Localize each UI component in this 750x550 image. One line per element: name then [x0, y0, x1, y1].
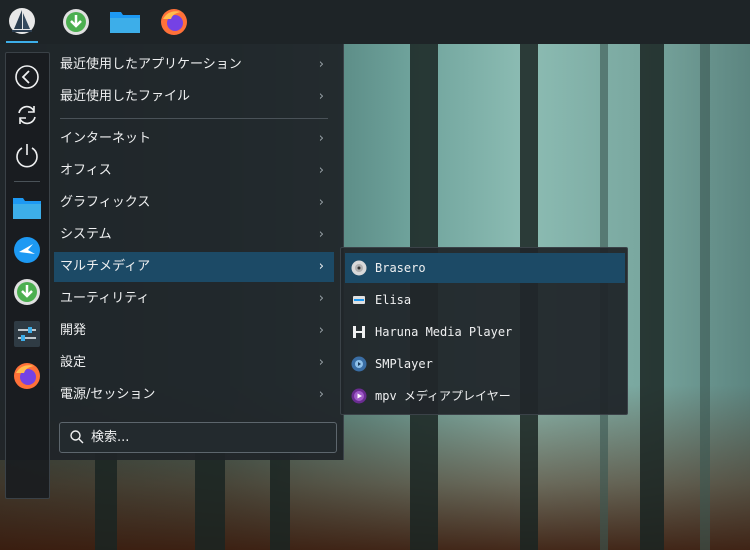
- app-label: Brasero: [375, 261, 426, 275]
- top-panel: [0, 0, 750, 44]
- file-manager-button[interactable]: [106, 4, 144, 40]
- category-power-session[interactable]: 電源/セッション ›: [54, 380, 334, 410]
- category-label: 設定: [60, 355, 87, 370]
- chevron-right-icon: ›: [318, 259, 324, 274]
- back-button[interactable]: [11, 61, 43, 93]
- category-office[interactable]: オフィス ›: [54, 156, 334, 186]
- category-label: ユーティリティ: [60, 291, 150, 306]
- search-placeholder: 検索...: [91, 430, 130, 445]
- category-label: 電源/セッション: [60, 387, 156, 402]
- application-menu: 最近使用したアプリケーション › 最近使用したファイル › インターネット › …: [0, 44, 344, 499]
- favorite-folder[interactable]: [11, 192, 43, 224]
- chevron-right-icon: ›: [318, 131, 324, 146]
- favorites-sidebar: [5, 52, 50, 499]
- application-launcher-button[interactable]: [3, 4, 41, 43]
- app-haruna[interactable]: Haruna Media Player: [345, 317, 625, 347]
- download-manager-button[interactable]: [57, 4, 95, 40]
- chevron-right-icon: ›: [318, 387, 324, 402]
- category-label: マルチメディア: [60, 259, 151, 274]
- chevron-right-icon: ›: [318, 323, 324, 338]
- favorite-kstars[interactable]: [11, 234, 43, 266]
- category-label: オフィス: [60, 163, 112, 178]
- category-system[interactable]: システム ›: [54, 220, 334, 250]
- download-manager-icon: [63, 9, 89, 35]
- app-label: mpv メディアプレイヤー: [375, 389, 511, 403]
- app-smplayer[interactable]: SMPlayer: [345, 349, 625, 379]
- favorite-settings[interactable]: [11, 318, 43, 350]
- download-icon: [14, 279, 40, 305]
- folder-icon: [13, 198, 41, 219]
- disc-icon: [351, 260, 367, 276]
- mpv-icon: [351, 388, 367, 404]
- category-graphics[interactable]: グラフィックス ›: [54, 188, 334, 218]
- chevron-right-icon: ›: [318, 163, 324, 178]
- app-mpv[interactable]: mpv メディアプレイヤー: [345, 381, 625, 411]
- category-recent-files[interactable]: 最近使用したファイル ›: [54, 82, 334, 112]
- kstars-icon: [14, 237, 40, 263]
- category-internet[interactable]: インターネット ›: [54, 124, 334, 154]
- firefox-icon: [14, 363, 40, 389]
- app-elisa[interactable]: Elisa: [345, 285, 625, 315]
- search-field[interactable]: 検索...: [59, 422, 337, 453]
- smplayer-icon: [351, 356, 367, 372]
- search-icon: [70, 430, 84, 444]
- chevron-right-icon: ›: [318, 89, 324, 104]
- haruna-icon: [353, 326, 365, 338]
- firefox-icon: [161, 9, 187, 35]
- chevron-right-icon: ›: [318, 355, 324, 370]
- category-label: 最近使用したファイル: [60, 89, 191, 104]
- category-multimedia[interactable]: マルチメディア ›: [54, 252, 334, 282]
- power-icon: [16, 144, 38, 168]
- category-label: インターネット: [60, 131, 152, 146]
- file-manager-icon: [110, 12, 140, 33]
- chevron-right-icon: ›: [318, 57, 324, 72]
- refresh-icon: [18, 105, 36, 125]
- category-label: グラフィックス: [60, 195, 151, 210]
- category-label: システム: [60, 227, 112, 242]
- sailboat-icon: [9, 8, 35, 34]
- category-recent-apps[interactable]: 最近使用したアプリケーション ›: [54, 50, 334, 80]
- favorites-separator: [14, 181, 40, 182]
- chevron-right-icon: ›: [318, 227, 324, 242]
- category-label: 開発: [60, 323, 87, 338]
- favorite-download[interactable]: [11, 276, 43, 308]
- firefox-button[interactable]: [155, 4, 193, 40]
- multimedia-submenu: Brasero Elisa Haruna Media Player SMPlay…: [340, 247, 628, 415]
- app-label: Elisa: [375, 293, 412, 307]
- app-label: Haruna Media Player: [375, 325, 513, 339]
- app-label: SMPlayer: [375, 357, 433, 371]
- chevron-right-icon: ›: [318, 291, 324, 306]
- back-icon: [15, 65, 39, 89]
- category-utilities[interactable]: ユーティリティ ›: [54, 284, 334, 314]
- category-settings[interactable]: 設定 ›: [54, 348, 334, 378]
- favorite-firefox[interactable]: [11, 360, 43, 392]
- refresh-button[interactable]: [11, 99, 43, 131]
- category-development[interactable]: 開発 ›: [54, 316, 334, 346]
- music-player-icon: [353, 296, 365, 304]
- app-brasero[interactable]: Brasero: [345, 253, 625, 283]
- chevron-right-icon: ›: [318, 195, 324, 210]
- settings-icon: [14, 321, 40, 347]
- menu-separator: [60, 118, 328, 119]
- category-label: 最近使用したアプリケーション: [60, 57, 242, 72]
- power-button[interactable]: [11, 139, 43, 171]
